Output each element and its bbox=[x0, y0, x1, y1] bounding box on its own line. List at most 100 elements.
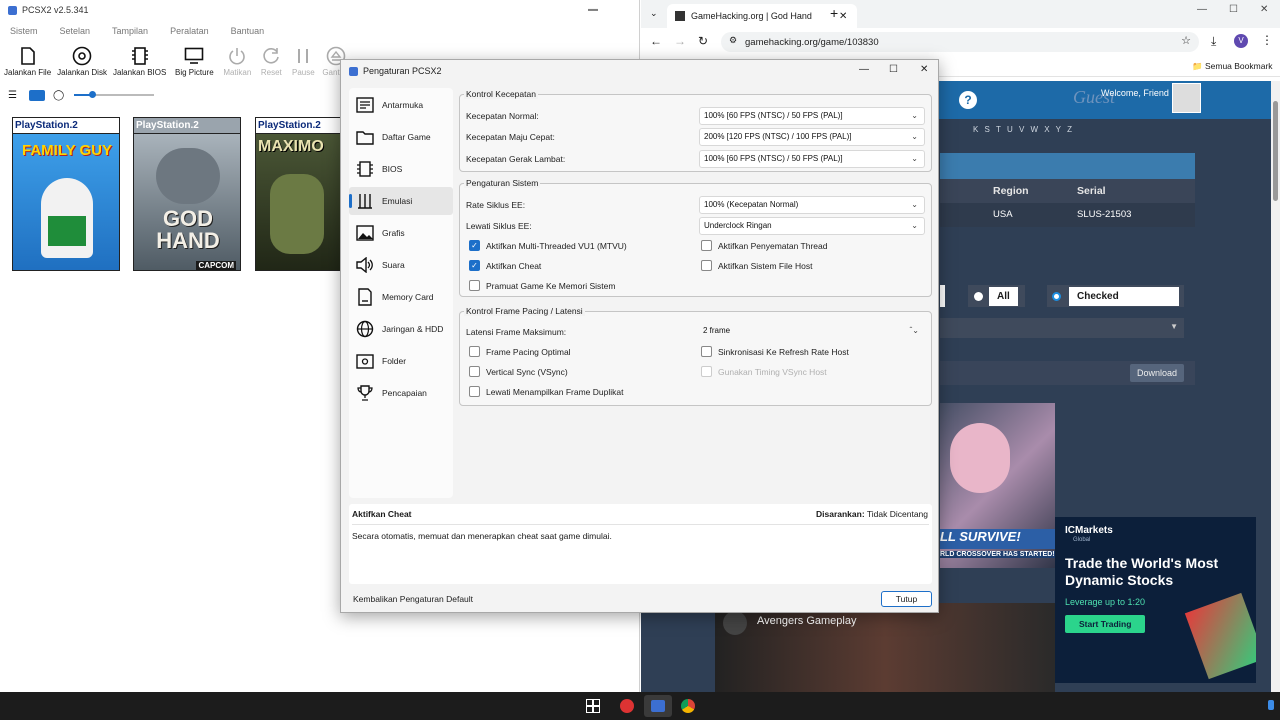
nav-emulasi[interactable]: Emulasi bbox=[349, 187, 453, 215]
slow-motion-speed-select[interactable]: 100% [60 FPS (NTSC) / 50 FPS (PAL)] ⌄ bbox=[699, 150, 925, 168]
tab-gamehacking[interactable]: GameHacking.org | God Hand ✕ bbox=[667, 4, 857, 28]
chevron-down-icon: ⌄ bbox=[911, 221, 918, 230]
channel-avatar bbox=[723, 611, 747, 635]
new-tab-icon[interactable]: + bbox=[830, 5, 838, 21]
download-icon[interactable]: ⤓ bbox=[1211, 34, 1216, 49]
pcsx2-titlebar: PCSX2 v2.5.341 — bbox=[0, 0, 640, 20]
restore-defaults-button[interactable]: Kembalikan Pengaturan Default bbox=[349, 591, 477, 607]
fast-forward-speed-select[interactable]: 200% [120 FPS (NTSC) / 100 FPS (PAL)] ⌄ bbox=[699, 128, 925, 146]
cheat-select[interactable]: ▼ bbox=[940, 318, 1184, 338]
enable-cheats-checkbox[interactable]: ✓ Aktifkan Cheat bbox=[469, 260, 541, 271]
task-view-icon[interactable] bbox=[581, 695, 605, 717]
app-icon-red[interactable] bbox=[615, 695, 639, 717]
menu-kebab-icon[interactable]: ⋮ bbox=[1261, 33, 1273, 47]
all-bookmarks-button[interactable]: 📁 Semua Bookmark bbox=[1192, 61, 1273, 72]
minimize-icon[interactable]: — bbox=[859, 64, 869, 75]
image-icon bbox=[355, 224, 375, 242]
menu-tampilan[interactable]: Tampilan bbox=[112, 22, 148, 40]
pcsx2-taskbar-icon[interactable] bbox=[644, 695, 672, 717]
cover-title: FAMILY GUY bbox=[21, 142, 113, 159]
maximize-icon[interactable]: ☐ bbox=[1229, 4, 1238, 15]
game-cover-family-guy[interactable]: PlayStation.2 FAMILY GUY bbox=[12, 117, 120, 271]
group-system-settings: Pengaturan Sistem Rate Siklus EE: 100% (… bbox=[459, 178, 932, 297]
emulation-icon bbox=[355, 192, 375, 210]
back-icon[interactable]: ← bbox=[650, 34, 662, 48]
start-bios-button[interactable]: Jalankan BIOS bbox=[113, 44, 166, 84]
nav-daftar-game[interactable]: Daftar Game bbox=[349, 123, 453, 151]
host-filesystem-checkbox[interactable]: Aktifkan Sistem File Host bbox=[701, 260, 812, 271]
max-frame-latency-spinbox[interactable]: 2 frame ˆ⌄ bbox=[699, 323, 925, 341]
preload-game-checkbox[interactable]: Pramuat Game Ke Memori Sistem bbox=[469, 280, 615, 291]
ee-cycle-rate-select[interactable]: 100% (Kecepatan Normal) ⌄ bbox=[699, 196, 925, 214]
tab-search-icon[interactable]: ⌄ bbox=[650, 8, 658, 19]
grid-view-icon[interactable] bbox=[28, 89, 45, 101]
pause-button[interactable]: Pause bbox=[290, 44, 316, 84]
close-tab-icon[interactable]: ✕ bbox=[839, 11, 847, 22]
mtvu-checkbox[interactable]: ✓ Aktifkan Multi-Threaded VU1 (MTVU) bbox=[469, 240, 627, 251]
group-speed-control: Kontrol Kecepatan Kecepatan Normal: 100%… bbox=[459, 89, 932, 172]
chevron-down-icon: ⌄ bbox=[911, 111, 918, 120]
tray-icon[interactable] bbox=[1268, 700, 1274, 710]
host-vsync-timing-checkbox[interactable]: Gunakan Timing VSync Host bbox=[701, 366, 827, 377]
tag-icon[interactable]: ◯ bbox=[53, 90, 64, 101]
menu-setelan[interactable]: Setelan bbox=[60, 22, 91, 40]
minimize-icon[interactable]: — bbox=[588, 4, 598, 15]
big-picture-button[interactable]: Big Picture bbox=[172, 44, 216, 84]
nav-grafis[interactable]: Grafis bbox=[349, 219, 453, 247]
nav-antarmuka[interactable]: Antarmuka bbox=[349, 91, 453, 119]
check-icon: ✓ bbox=[469, 260, 480, 271]
video-player[interactable]: Avengers Gameplay bbox=[715, 603, 1055, 692]
menu-sistem[interactable]: Sistem bbox=[10, 22, 38, 40]
minimize-icon[interactable]: — bbox=[1197, 4, 1207, 15]
shutdown-button[interactable]: Matikan bbox=[222, 44, 252, 84]
reset-button[interactable]: Reset bbox=[258, 44, 284, 84]
optimal-frame-pacing-checkbox[interactable]: Frame Pacing Optimal bbox=[469, 346, 571, 357]
chrome-taskbar-icon[interactable] bbox=[676, 695, 700, 717]
menu-bantuan[interactable]: Bantuan bbox=[231, 22, 265, 40]
bookmark-star-icon[interactable]: ☆ bbox=[1181, 34, 1191, 47]
skip-duplicate-frames-checkbox[interactable]: Lewati Menampilkan Frame Duplikat bbox=[469, 386, 623, 397]
letter-index[interactable]: K S T U V W X Y Z bbox=[973, 125, 1072, 134]
zoom-slider[interactable] bbox=[74, 91, 155, 98]
help-icon[interactable]: ? bbox=[959, 91, 977, 109]
forward-icon[interactable]: → bbox=[674, 34, 686, 48]
sync-host-refresh-checkbox[interactable]: Sinkronisasi Ke Refresh Rate Host bbox=[701, 346, 849, 357]
download-button[interactable]: Download bbox=[1130, 364, 1185, 382]
spin-arrows-icon[interactable]: ˆ⌄ bbox=[910, 323, 919, 339]
setting-description: Aktifkan Cheat Disarankan: Tidak Dicenta… bbox=[349, 504, 932, 584]
site-info-icon[interactable]: ⚙ bbox=[729, 35, 737, 46]
description-text: Secara otomatis, memuat dan menerapkan c… bbox=[352, 531, 612, 541]
nav-memory-card[interactable]: Memory Card bbox=[349, 283, 453, 311]
normal-speed-select[interactable]: 100% [60 FPS (NTSC) / 50 FPS (PAL)] ⌄ bbox=[699, 107, 925, 125]
close-icon[interactable]: ✕ bbox=[920, 64, 928, 75]
ee-cycle-skip-select[interactable]: Underclock Ringan ⌄ bbox=[699, 217, 925, 235]
close-button[interactable]: Tutup bbox=[881, 591, 932, 607]
filter-all[interactable]: All bbox=[968, 285, 1025, 307]
start-disc-button[interactable]: Jalankan Disk bbox=[57, 44, 107, 84]
table-header-bar bbox=[940, 153, 1195, 179]
filter-checked[interactable]: Checked bbox=[1047, 285, 1184, 307]
profile-avatar[interactable]: V bbox=[1234, 34, 1248, 48]
vsync-checkbox[interactable]: Vertical Sync (VSync) bbox=[469, 366, 568, 377]
user-avatar[interactable] bbox=[1172, 83, 1201, 113]
start-trading-button[interactable]: Start Trading bbox=[1065, 615, 1146, 633]
nav-folder[interactable]: Folder bbox=[349, 347, 453, 375]
address-bar[interactable]: ⚙ gamehacking.org/game/103830 ☆ bbox=[721, 32, 1199, 52]
game-cover-god-hand[interactable]: PlayStation.2 GOD HAND CAPCOM bbox=[133, 117, 241, 271]
nav-suara[interactable]: Suara bbox=[349, 251, 453, 279]
radio-icon bbox=[974, 291, 983, 301]
menu-peralatan[interactable]: Peralatan bbox=[170, 22, 209, 40]
thread-pinning-checkbox[interactable]: Aktifkan Penyematan Thread bbox=[701, 240, 827, 251]
nav-pencapaian[interactable]: Pencapaian bbox=[349, 379, 453, 407]
ad-game-banner[interactable]: LL SURVIVE! RLD CROSSOVER HAS STARTED! bbox=[940, 403, 1055, 568]
nav-bios[interactable]: BIOS bbox=[349, 155, 453, 183]
reload-icon[interactable]: ↻ bbox=[698, 34, 708, 48]
game-cover-maximo[interactable]: PlayStation.2 MAXIMO bbox=[255, 117, 341, 271]
close-window-icon[interactable]: ✕ bbox=[1260, 4, 1268, 15]
scrollbar[interactable] bbox=[1271, 81, 1280, 692]
list-view-icon[interactable]: ☰ bbox=[8, 90, 17, 101]
start-file-button[interactable]: Jalankan File bbox=[4, 44, 51, 84]
ad-icmarkets[interactable]: ICMarkets Global Trade the World's Most … bbox=[1055, 517, 1256, 683]
nav-jaringan-hdd[interactable]: Jaringan & HDD bbox=[349, 315, 453, 343]
maximize-icon[interactable]: ☐ bbox=[889, 64, 898, 75]
